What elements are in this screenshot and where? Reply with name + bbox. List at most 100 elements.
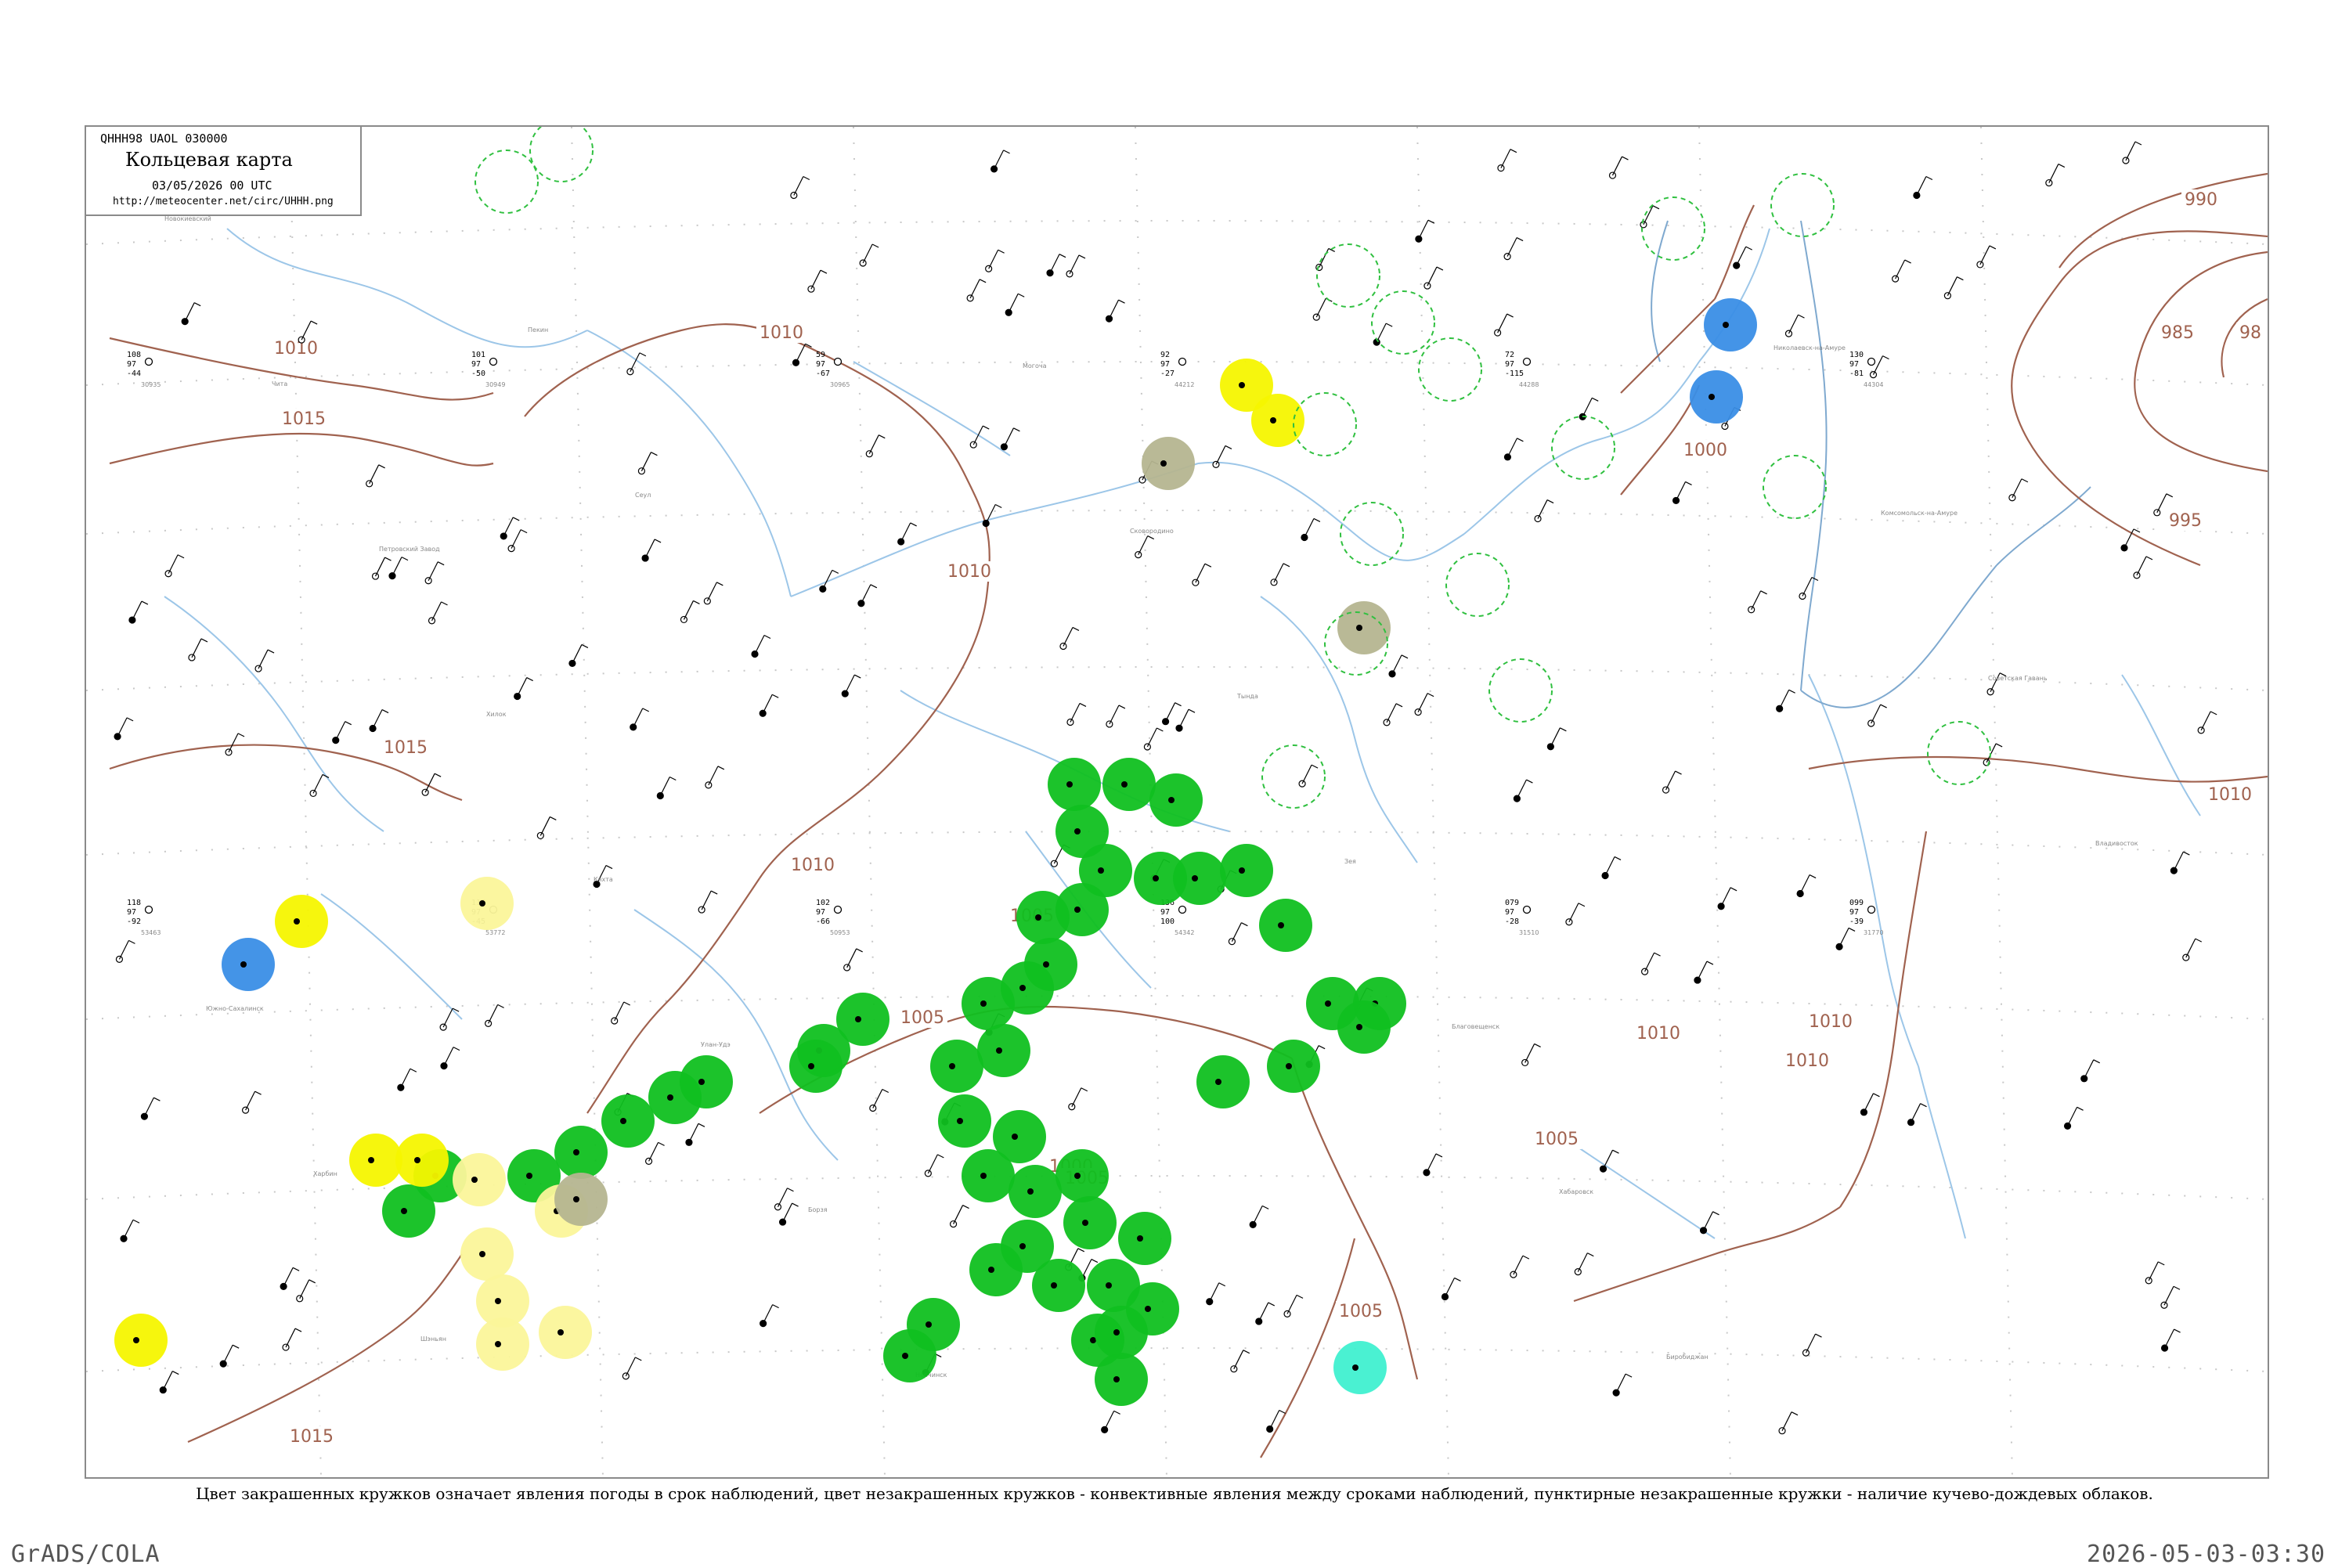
wind-barb (1802, 577, 1813, 597)
wind-barb (1838, 928, 1849, 947)
wind-barb (1108, 299, 1120, 319)
wind-feather (1077, 1248, 1085, 1253)
wind-barb (1178, 708, 1189, 729)
wind-barb (245, 1090, 256, 1111)
isobar-label: 990 (2185, 190, 2217, 210)
wind-feather (1612, 1149, 1619, 1154)
wind-feather (717, 766, 725, 770)
coastline (1800, 220, 1828, 691)
wind-barb (511, 529, 521, 549)
station-circle (1640, 221, 1647, 229)
station-pressure: 92 (1160, 351, 1170, 359)
station-plot (1640, 205, 1660, 229)
station-plot (1565, 903, 1586, 926)
wind-barb (369, 464, 380, 485)
isobar-label: 1010 (274, 339, 318, 359)
station-plot (622, 1357, 642, 1380)
wind-feather (153, 1097, 161, 1101)
dot-station-mark (1043, 961, 1049, 968)
place-label: Советская Гавань (1988, 675, 2048, 682)
station-plot (1046, 254, 1066, 277)
map-url[interactable]: http://meteocenter.net/circ/UHHH.png (113, 196, 334, 207)
wind-barb (2048, 164, 2059, 183)
wind-barb (539, 816, 550, 836)
station-plot (280, 1267, 300, 1290)
wind-barb (1537, 499, 1548, 519)
wind-barb (400, 1068, 411, 1088)
rain-dot (930, 1040, 983, 1093)
latitude-line (86, 831, 2268, 856)
station-plot (2133, 556, 2153, 579)
station-circle (1000, 443, 1009, 451)
station-plot (1212, 445, 1232, 469)
place-label: Борзя (808, 1206, 828, 1213)
dot-station-mark (620, 1118, 626, 1124)
station-pressure: 108 (127, 351, 141, 359)
wind-barb (810, 269, 821, 290)
station-temp: 97 (816, 360, 825, 369)
isobar-line (1573, 1206, 1841, 1303)
dot-station-mark (1709, 394, 1715, 400)
wind-feather (1081, 1087, 1088, 1092)
wind-feather (237, 733, 245, 737)
station-plot (2063, 1106, 2084, 1130)
wind-barb (763, 1304, 774, 1324)
station-plot (1784, 314, 1805, 337)
longitude-line (1416, 127, 1449, 1477)
dot-station-mark (133, 1337, 139, 1343)
station-plot (982, 503, 1002, 528)
station-plot (1601, 856, 1622, 880)
dot-station-mark (294, 918, 300, 925)
wind-feather (1296, 1294, 1304, 1299)
station-plot (1662, 770, 1682, 794)
station-dew: -39 (1849, 917, 1864, 926)
wind-feather (1204, 563, 1212, 568)
wind-feather (2157, 1261, 2165, 1266)
place-label: Кяхта (594, 876, 613, 883)
map-canvas: 1010101510151010101010101005100510001010… (86, 127, 2268, 1477)
dot-station-mark (1286, 1063, 1292, 1069)
wind-barb (633, 708, 644, 728)
wind-barb (640, 452, 651, 471)
wind-feather (441, 601, 448, 606)
station-circle (1522, 357, 1532, 366)
wind-barb (1582, 398, 1593, 417)
river (853, 361, 1011, 456)
station-plot (2170, 851, 2190, 874)
drizzle-dot (114, 1314, 168, 1367)
wind-feather (550, 816, 557, 820)
wind-feather (1560, 727, 1567, 732)
wind-feather (998, 249, 1005, 254)
place-label: Сеул (635, 492, 651, 499)
station-plot (760, 1304, 779, 1328)
rain-dot (962, 977, 1015, 1030)
wind-barb (659, 777, 670, 796)
station-temp: 97 (127, 908, 136, 917)
station-plot (637, 452, 658, 475)
wind-feather (581, 643, 589, 648)
wind-barb (985, 504, 996, 524)
station-circle (1867, 905, 1876, 914)
station-plot (296, 1279, 316, 1303)
wind-barb (972, 425, 983, 445)
wind-feather (642, 708, 650, 712)
wind-barb (1497, 313, 1508, 333)
wind-barb (1304, 518, 1315, 538)
station-plot (685, 1123, 705, 1146)
station-circle (1867, 357, 1876, 366)
station-circle (990, 165, 998, 173)
place-label: Зея (1344, 858, 1356, 865)
wind-feather (787, 1188, 794, 1192)
station-plot (644, 1141, 665, 1165)
station-circle (1943, 292, 1951, 300)
station-plot (1892, 259, 1911, 283)
wind-feather (1113, 1410, 1120, 1415)
station-plot (241, 1090, 262, 1114)
station-plot (751, 634, 771, 658)
station-plot (1717, 887, 1737, 910)
station-plot (1270, 563, 1290, 586)
station-id: 31510 (1519, 929, 1539, 936)
wind-barb (1703, 1211, 1714, 1231)
wind-feather (1401, 654, 1409, 659)
station-plot (924, 1154, 944, 1177)
